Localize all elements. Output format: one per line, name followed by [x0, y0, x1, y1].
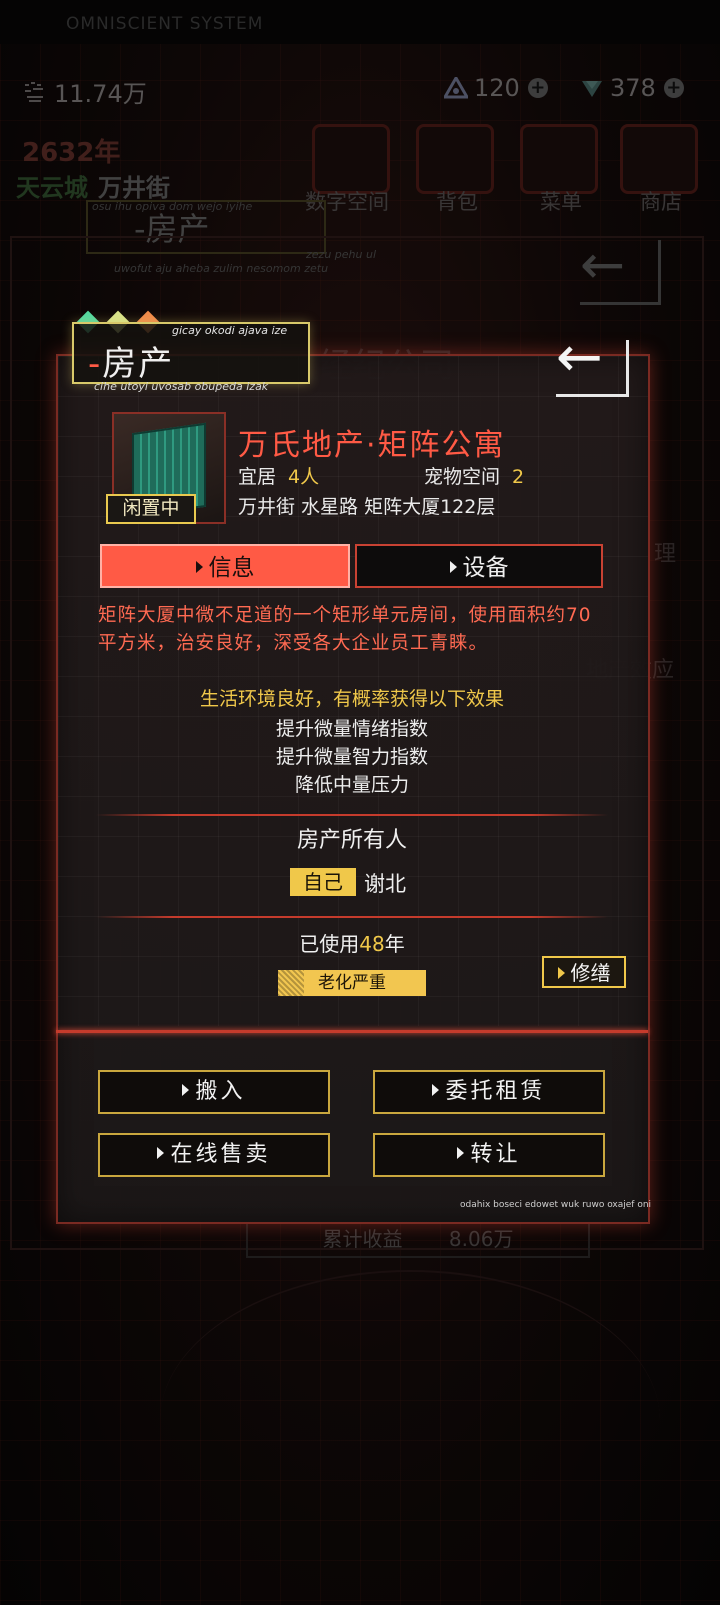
panel-title-text: 房产 [102, 344, 175, 384]
usage-duration: 已使用48年 [100, 928, 604, 957]
used-suffix: 年 [384, 932, 405, 956]
section-separator [96, 916, 608, 918]
transfer-arrow-icon [457, 1147, 465, 1159]
repair-arrow-icon [557, 966, 565, 979]
transfer-button[interactable]: 转让 [373, 1133, 605, 1177]
used-years: 48 [359, 932, 385, 956]
used-prefix: 已使用 [299, 932, 360, 956]
back-arrow-icon: ← [556, 325, 603, 390]
owner-self-tag: 自己 [290, 868, 356, 896]
property-name: 万氏地产·矩阵公寓 [238, 428, 506, 463]
panel-footnote: odahix boseci edowet wuk ruwo oxajef oni [460, 1200, 652, 1210]
panel-title-dash: - [88, 344, 103, 384]
pet-space-row: 宠物空间 2 [424, 462, 524, 489]
panel-subtitle-top: gicay okodi ajava ize [172, 324, 288, 337]
tab-info[interactable]: 信息 [100, 544, 350, 588]
transfer-label: 转让 [470, 1142, 521, 1167]
effect-item: 降低中量压力 [294, 774, 409, 796]
entrust-rent-arrow-icon [432, 1084, 440, 1096]
move-in-arrow-icon [182, 1084, 190, 1096]
pet-space-value: 2 [512, 466, 525, 488]
tab-equipment[interactable]: 设备 [355, 544, 603, 588]
panel-subtitle-bottom: cihe utoyi uvosab obupeda izak [94, 380, 269, 393]
panel-title: -房产 [88, 336, 174, 385]
tab-info-label: 信息 [208, 555, 255, 581]
move-in-button[interactable]: 搬入 [98, 1070, 330, 1114]
owner-name: 谢北 [364, 872, 406, 896]
capacity-label: 宜居 [238, 466, 277, 488]
tab-equipment-label: 设备 [462, 555, 509, 581]
effect-item: 提升微量情绪指数 [275, 718, 428, 740]
effect-item: 提升微量智力指数 [275, 746, 428, 768]
entrust-rent-label: 委托租赁 [445, 1079, 546, 1104]
aging-status-badge: 老化严重 [278, 970, 426, 996]
sell-online-button[interactable]: 在线售卖 [98, 1133, 330, 1177]
effects-title: 生活环境良好，有概率获得以下效果 [199, 688, 504, 710]
sell-online-arrow-icon [157, 1147, 165, 1159]
repair-button[interactable]: 修缮 [542, 956, 626, 988]
back-button[interactable]: ← [556, 330, 629, 397]
move-in-label: 搬入 [195, 1079, 246, 1104]
sell-online-label: 在线售卖 [170, 1142, 271, 1167]
property-address: 万井街 水星路 矩阵大厦122层 [238, 496, 496, 518]
aging-status-label: 老化严重 [318, 973, 386, 993]
capacity-value: 4人 [288, 466, 320, 488]
panel-divider [56, 1030, 648, 1033]
status-badge: 闲置中 [106, 494, 196, 524]
tab-equipment-arrow-icon [449, 560, 457, 573]
tab-info-arrow-icon [195, 560, 203, 573]
pet-space-label: 宠物空间 [424, 466, 501, 488]
repair-label: 修缮 [570, 961, 611, 985]
property-description: 矩阵大厦中微不足道的一个矩形单元房间，使用面积约70平方米，治安良好，深受各大企… [98, 605, 592, 654]
owner-title: 房产所有人 [296, 828, 407, 853]
section-separator [96, 814, 608, 816]
entrust-rent-button[interactable]: 委托租赁 [373, 1070, 605, 1114]
capacity-row: 宜居 4人 [238, 462, 319, 489]
